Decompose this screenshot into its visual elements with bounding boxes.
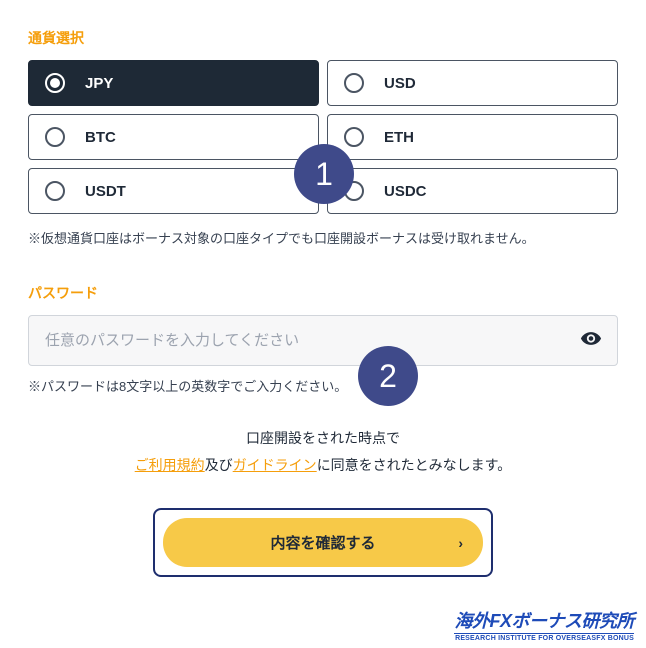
eye-icon[interactable] — [580, 327, 602, 354]
consent-after: に同意をされたとみなします。 — [317, 457, 512, 473]
radio-icon — [344, 73, 364, 93]
password-input[interactable] — [28, 315, 618, 366]
currency-option-label: USD — [384, 75, 416, 92]
submit-outline: 内容を確認する › — [153, 508, 493, 577]
currency-option-eth[interactable]: ETH — [327, 114, 618, 160]
radio-icon — [45, 127, 65, 147]
password-label: パスワード — [28, 283, 618, 303]
password-note: ※パスワードは8文字以上の英数字でご入力ください。 — [28, 376, 618, 395]
radio-icon — [344, 127, 364, 147]
currency-option-label: ETH — [384, 129, 414, 146]
currency-option-usdc[interactable]: USDC — [327, 168, 618, 214]
brand-jp: 海外FXボーナス研究所 — [454, 607, 634, 633]
consent-and: 及び — [205, 457, 233, 473]
chevron-right-icon: › — [458, 535, 463, 551]
step-badge-2: 2 — [358, 346, 418, 406]
radio-icon — [45, 73, 65, 93]
brand-en: RESEARCH INSTITUTE FOR OVERSEASFX BONUS — [454, 633, 634, 642]
currency-option-label: USDT — [85, 183, 126, 200]
currency-note: ※仮想通貨口座はボーナス対象の口座タイプでも口座開設ボーナスは受け取れません。 — [28, 228, 618, 247]
submit-label: 内容を確認する — [270, 535, 375, 552]
guidelines-link[interactable]: ガイドライン — [233, 457, 317, 473]
currency-option-jpy[interactable]: JPY — [28, 60, 319, 106]
currency-option-btc[interactable]: BTC — [28, 114, 319, 160]
step-badge-1: 1 — [294, 144, 354, 204]
currency-option-usd[interactable]: USD — [327, 60, 618, 106]
currency-option-usdt[interactable]: USDT — [28, 168, 319, 214]
consent-text: 口座開設をされた時点で ご利用規約及びガイドラインに同意をされたとみなします。 — [28, 425, 618, 478]
terms-link[interactable]: ご利用規約 — [135, 457, 205, 473]
currency-option-label: JPY — [85, 75, 113, 92]
radio-icon — [45, 181, 65, 201]
brand-logo: 海外FXボーナス研究所 RESEARCH INSTITUTE FOR OVERS… — [454, 607, 634, 642]
currency-option-label: USDC — [384, 183, 427, 200]
currency-option-label: BTC — [85, 129, 116, 146]
consent-line1: 口座開設をされた時点で — [246, 430, 400, 446]
submit-button[interactable]: 内容を確認する › — [163, 518, 483, 567]
password-field-wrap — [28, 315, 618, 366]
currency-label: 通貨選択 — [28, 28, 618, 48]
